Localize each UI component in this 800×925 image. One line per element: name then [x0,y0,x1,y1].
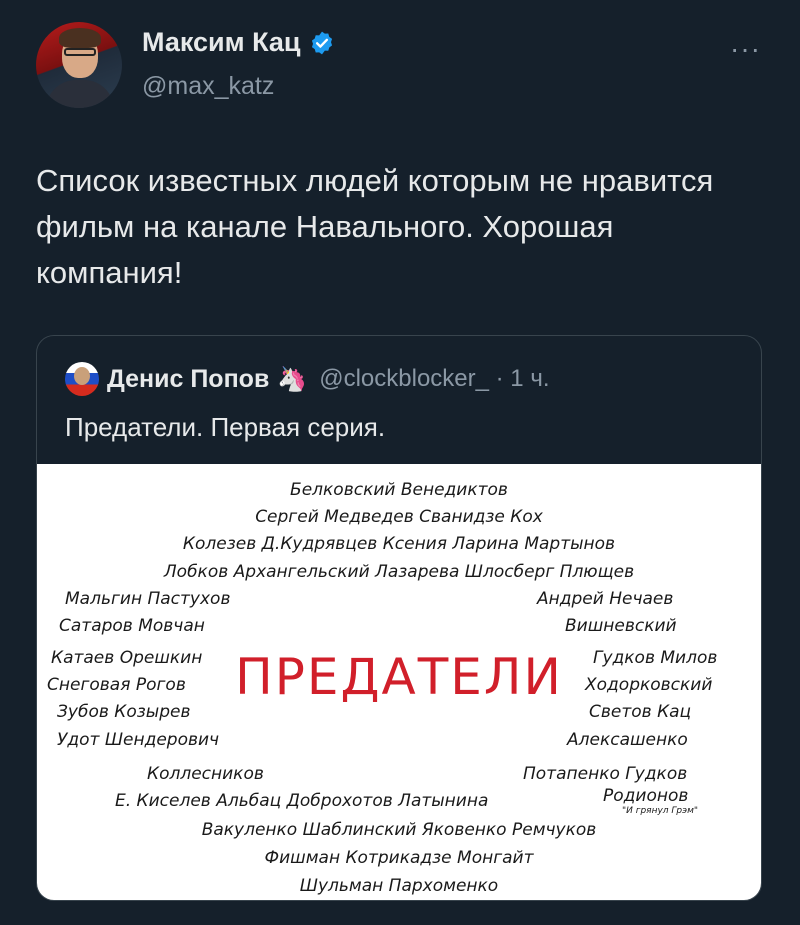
image-text-line: Снеговая Рогов [47,675,186,695]
image-text-line: Родионов [603,786,689,806]
image-text-line: Андрей Нечаев [537,589,674,609]
quoted-tweet-text: Предатели. Первая серия. [65,412,386,442]
image-text-line: Коллесников [147,764,264,784]
image-text-line: Удот Шендерович [57,730,220,750]
image-text-line: Светов Кац [589,702,692,722]
image-text-line: Колезев Д.Кудрявцев Ксения Ларина Мартын… [182,534,616,554]
image-text-line: Е. Киселев Альбац Доброхотов Латынина [115,791,489,811]
image-text-line: Шульман Пархоменко [299,876,499,896]
image-text-line: Белковский Венедиктов [290,480,508,500]
image-text-line: Мальгин Пастухов [65,589,231,609]
image-text-line: Гудков Милов [593,648,718,668]
image-text-line: Сергей Медведев Сванидзе Кох [255,507,543,527]
avatar-hair [59,28,101,48]
image-text-line: Зубов Козырев [57,702,191,722]
verified-badge-icon [311,31,332,54]
more-options-icon[interactable]: ··· [730,33,761,65]
author-handle[interactable]: @max_katz [142,72,274,101]
avatar-glasses [64,48,96,56]
tweet-text: Список известных людей которым не нравит… [36,163,714,290]
author-name-row: Максим Кац [142,27,335,58]
image-text-line: "И грянул Грэм" [622,806,699,816]
unicorn-icon: 🦄 [277,365,308,393]
image-text-line: Потапенко Гудков [523,764,688,784]
author-display-name[interactable]: Максим Кац [142,27,301,58]
quoted-tweet-header: Денис Попов 🦄 @clockblocker_ · 1 ч. [65,362,550,396]
image-text-line: Фишман Котрикадзе Монгайт [264,848,534,868]
image-text-line: Алексашенко [567,730,688,750]
quoted-tweet-image[interactable]: Белковский Венедиктов Сергей Медведев Св… [37,464,761,900]
avatar-jacket [46,80,114,108]
image-text-line: Вакуленко Шаблинский Яковенко Ремчуков [201,820,597,840]
image-text-line: Вишневский [565,616,677,636]
image-title: ПРЕДАТЕЛИ [235,648,563,706]
image-text-line: Сатаров Мовчан [59,616,205,636]
image-text-line: Катаев Орешкин [51,648,203,668]
image-text-line: Ходорковский [585,675,713,695]
quoted-author-avatar[interactable] [65,362,99,396]
quoted-author-name[interactable]: Денис Попов [107,365,269,394]
author-avatar[interactable] [36,22,122,108]
quoted-tweet[interactable]: Денис Попов 🦄 @clockblocker_ · 1 ч. Пред… [36,335,762,901]
image-text-line: Лобков Архангельский Лазарева Шлосберг П… [163,562,635,582]
quoted-author-handle-time: @clockblocker_ · 1 ч. [319,365,550,392]
